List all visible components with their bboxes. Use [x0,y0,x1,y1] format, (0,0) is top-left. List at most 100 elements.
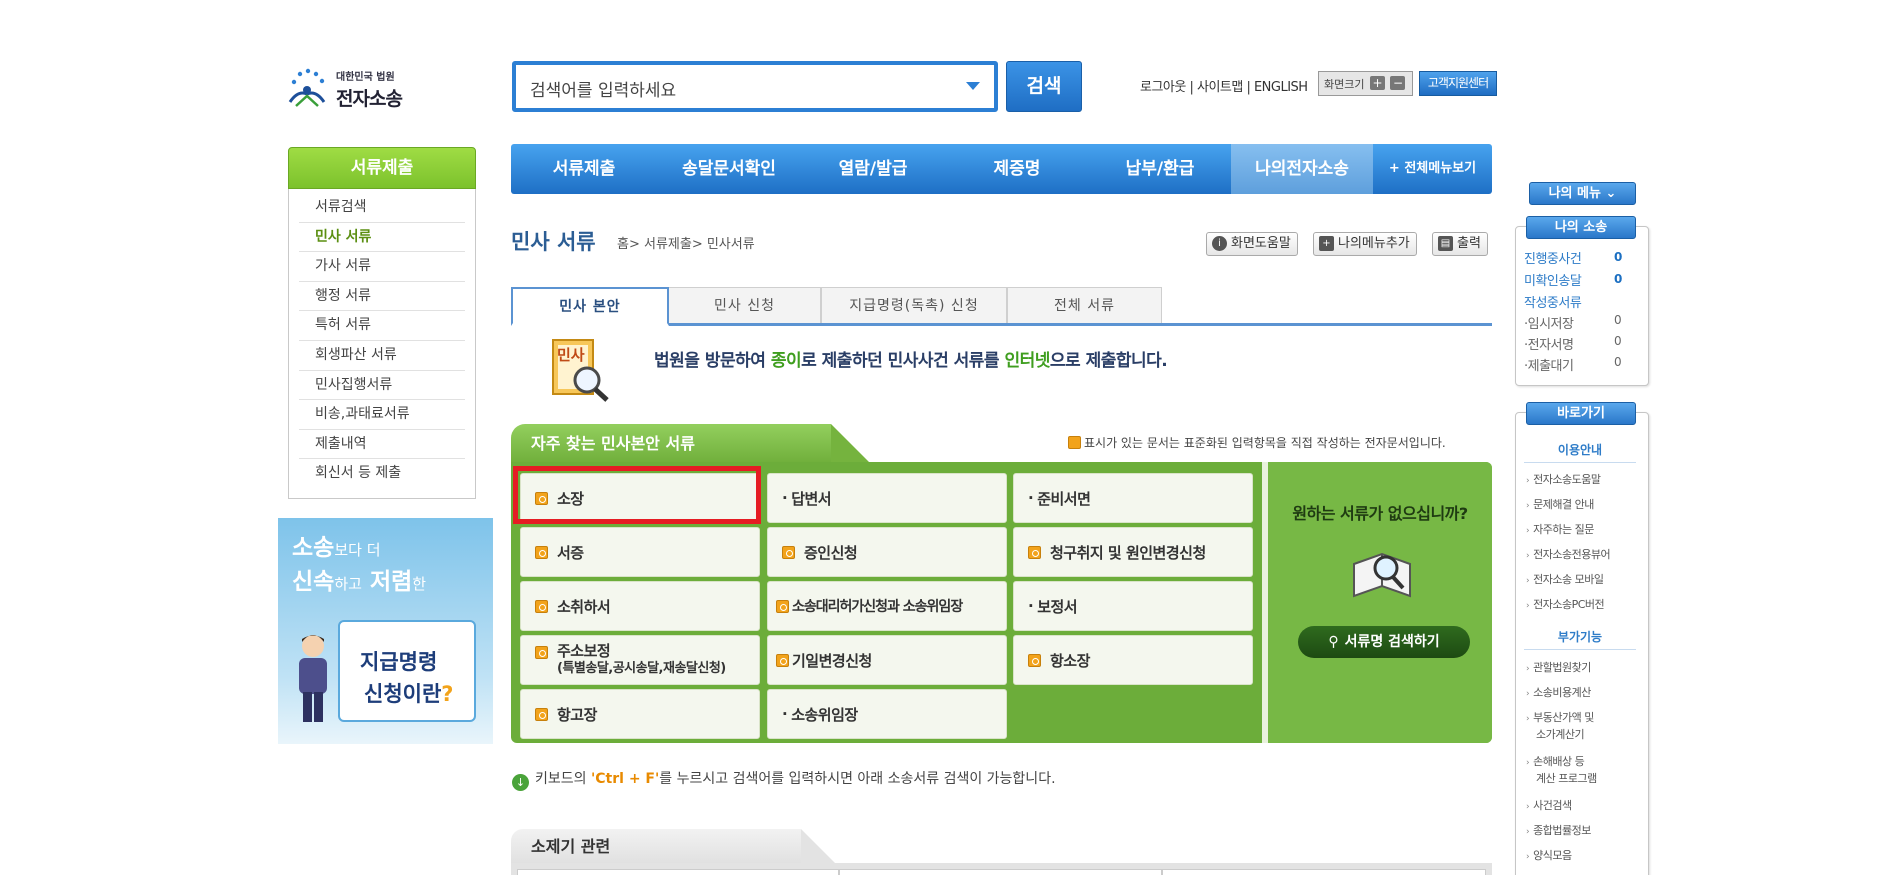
doc-brief[interactable]: · 준비서면 [1013,473,1253,523]
case-in-progress[interactable]: 진행중사건 [1524,248,1582,267]
nav-service-confirm[interactable]: 송달문서확인 [657,144,801,194]
link-court-finder[interactable]: › 관할법원찾기 [1526,660,1591,677]
filing-doc-cell[interactable] [517,869,839,875]
arrow-right-icon: › [1526,664,1530,674]
nav-my-ecourt[interactable]: 나의전자소송 [1231,144,1373,194]
link-case-search[interactable]: › 사건검색 [1526,798,1572,815]
link-viewer[interactable]: › 전자소송전용뷰어 [1526,547,1611,564]
doc-label: 답변서 [791,489,832,508]
zoom-out-button[interactable]: − [1390,76,1406,90]
sidebar-item-patent[interactable]: 특허 서류 [299,311,465,341]
tab-all-docs[interactable]: 전체 서류 [1007,287,1162,324]
sidebar-item-doc-search[interactable]: 서류검색 [299,193,465,223]
draft-temp-count[interactable]: 0 [1614,313,1622,327]
sidebar-item-noncontentious[interactable]: 비송,과태료서류 [299,400,465,430]
sidebar-item-reply[interactable]: 회신서 등 제출 [299,459,465,489]
link-troubleshoot[interactable]: › 문제해결 안내 [1526,497,1594,514]
sidebar-menu: 서류검색 민사 서류 가사 서류 행정 서류 특허 서류 회생파산 서류 민사집… [288,189,476,499]
case-in-progress-count[interactable]: 0 [1614,250,1622,264]
doc-date-change[interactable]: 기일변경신청 [767,635,1007,685]
tab-civil-main[interactable]: 민사 본안 [511,287,669,326]
doc-label: 주소보정 [557,642,611,660]
tab-payment-order[interactable]: 지급명령(독촉) 신청 [821,287,1007,324]
sidebar-title[interactable]: 서류제출 [288,147,476,189]
search-dropdown-icon[interactable] [966,82,980,90]
doc-evidence[interactable]: 서증 [520,527,760,577]
help-center-button[interactable]: 고객지원센터 [1419,71,1497,96]
arrow-right-icon: › [1526,714,1530,724]
hint-key: 'Ctrl + F' [590,771,660,787]
doc-label: 증인신청 [804,543,858,562]
doc-witness[interactable]: 증인신청 [767,527,1007,577]
link-forms[interactable]: › 양식모음 [1526,848,1572,865]
intro-segment: 으로 제출합니다. [1049,351,1168,371]
doc-amendment[interactable]: · 보정서 [1013,581,1253,631]
search-button[interactable]: 검색 [1006,61,1082,112]
doc-label: 소송위임장 [791,705,858,724]
doc-power-of-attorney[interactable]: · 소송위임장 [767,689,1007,739]
draft-signed-count[interactable]: 0 [1614,334,1622,348]
search-input[interactable]: 검색어를 입력하세요 [512,61,998,112]
case-unconfirmed-count[interactable]: 0 [1614,272,1622,286]
my-menu-button[interactable]: 나의 메뉴 ⌄ [1529,182,1636,205]
nav-view-issue[interactable]: 열람/발급 [801,144,945,194]
nav-payment-refund[interactable]: 납부/환급 [1089,144,1231,194]
draft-signed[interactable]: ·전자서명 [1524,334,1574,353]
link-legal-info[interactable]: › 종합법률정보 [1526,823,1591,840]
print-button[interactable]: ▤ 출력 [1432,232,1488,256]
banner-card-text: 신청이란 [364,682,442,706]
court-logo[interactable]: 대한민국 법원 전자소송 [282,62,417,114]
link-property-calc[interactable]: › 부동산가액 및 소가계산기 [1526,710,1594,743]
banner-text: 한 [412,575,427,593]
logo-subtitle: 대한민국 법원 [336,72,395,83]
banner-line-2: 신속하고 저렴한 [292,562,426,596]
sidebar-item-family[interactable]: 가사 서류 [299,252,465,282]
util-links[interactable]: 로그아웃 | 사이트맵 | ENGLISH [1140,76,1308,95]
filing-doc-cell[interactable] [839,869,1162,875]
link-damage-calc[interactable]: › 손해배상 등 계산 프로그램 [1526,754,1597,787]
draft-pending-count[interactable]: 0 [1614,355,1622,369]
intro-segment: 법원을 방문하여 [654,351,771,371]
doc-withdrawal[interactable]: 소취하서 [520,581,760,631]
link-cost-calc[interactable]: › 소송비용계산 [1526,685,1591,702]
sidebar-item-civil[interactable]: 민사 서류 [299,223,465,253]
add-my-menu-button[interactable]: + 나의메뉴추가 [1313,232,1417,256]
print-label: 출력 [1457,236,1481,251]
doc-answer[interactable]: · 답변서 [767,473,1007,523]
doc-appeal[interactable]: 항소장 [1013,635,1253,685]
doc-sublabel: (특별송달,공시송달,재송달신청) [557,661,726,676]
zoom-in-button[interactable]: + [1369,76,1385,90]
doc-proxy[interactable]: 소송대리허가신청과 소송위임장 [767,581,1007,631]
breadcrumb[interactable]: 홈> 서류제출> 민사서류 [617,233,755,252]
link-mobile[interactable]: › 전자소송 모바일 [1526,572,1604,589]
link-faq[interactable]: › 자주하는 질문 [1526,522,1594,539]
nav-certificate[interactable]: 제증명 [945,144,1089,194]
payment-order-banner[interactable]: 소송보다 더 신속하고 저렴한 지급명령 신청이란? [278,518,493,744]
filing-doc-cell[interactable] [1162,869,1486,875]
draft-temp[interactable]: ·임시저장 [1524,313,1574,332]
sidebar-item-admin[interactable]: 행정 서류 [299,282,465,312]
link-help[interactable]: › 전자소송도움말 [1526,472,1601,489]
doc-address-correction[interactable]: 주소보정 (특별송달,공시송달,재송달신청) [520,635,760,685]
shortcut-title: 바로가기 [1526,402,1636,425]
doc-complaint[interactable]: 소장 [520,473,760,523]
edoc-icon [535,599,548,613]
sidebar-item-execution[interactable]: 민사집행서류 [299,371,465,401]
keyboard-hint: ↓ 키보드의 'Ctrl + F'를 누르시고 검색어를 입력하시면 아래 소송서… [512,768,1056,791]
doc-label: 항고장 [557,705,597,724]
link-pc[interactable]: › 전자소송PC버전 [1526,597,1605,614]
doc-claim-change[interactable]: 청구취지 및 원인변경신청 [1013,527,1253,577]
case-unconfirmed[interactable]: 미확인송달 [1524,270,1582,289]
tab-civil-application[interactable]: 민사 신청 [668,287,821,324]
doc-objection[interactable]: 항고장 [520,689,760,739]
doc-name-search-button[interactable]: ⚲ 서류명 검색하기 [1298,626,1470,658]
draft-pending[interactable]: ·제출대기 [1524,355,1574,374]
help-button[interactable]: i 화면도움말 [1206,232,1298,256]
draft-docs[interactable]: 작성중서류 [1524,292,1582,311]
nav-all-menu[interactable]: + 전체메뉴보기 [1373,144,1492,194]
sidebar-item-bankruptcy[interactable]: 회생파산 서류 [299,341,465,371]
banner-text: 보다 더 [334,541,381,559]
edoc-icon [535,646,548,659]
nav-doc-submit[interactable]: 서류제출 [511,144,657,194]
sidebar-item-history[interactable]: 제출내역 [299,430,465,460]
